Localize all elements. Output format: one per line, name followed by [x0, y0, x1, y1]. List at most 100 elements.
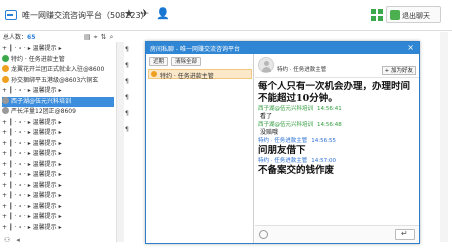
message-input-bar [255, 225, 419, 243]
top-bar: 唯一网赚交流咨询平台（508223） ★ ✈ 👤 退出聊天 [0, 0, 452, 30]
add-friend-button[interactable]: + 加为好友 [381, 66, 416, 75]
recent-button[interactable]: 近期 [149, 57, 169, 66]
message-sender: 特约 · 任务进款主管 [258, 158, 308, 164]
exit-chat-button[interactable]: 退出聊天 [386, 6, 441, 23]
pane-splitter[interactable] [116, 42, 124, 242]
contact-item[interactable]: 特约 · 任务进款主管 [148, 69, 252, 80]
member-row[interactable]: + ┃ · ⋆ · ▸ 温馨提示 ▸ [2, 118, 114, 129]
exit-icon [390, 10, 400, 20]
avatar [258, 57, 274, 73]
chat-partner-name: 特约 · 任务进款主管 [277, 65, 326, 73]
private-chat-contacts: 近期 清除全部 特约 · 任务进款主管 [146, 54, 254, 243]
member-name: + ┃ · ⋆ · ▸ 温馨提示 ▸ [2, 129, 62, 136]
member-avatar-icon [2, 54, 9, 62]
grid-icon[interactable] [371, 9, 383, 21]
member-name: 龙翼花开兰团正式就业入驻@8600 [11, 66, 105, 73]
member-row[interactable]: + ┃ · ⋆ · ▸ 温馨提示 ▸ [2, 160, 114, 171]
bg-marker: ¶ [125, 94, 129, 101]
message-meta: 西子湖@伍元兴科培训 14:56:41 [258, 105, 416, 113]
message-time: 14:56:41 [317, 106, 342, 112]
member-name: + ┃ · ⋆ · ▸ 温馨提示 ▸ [2, 118, 62, 126]
member-row[interactable]: + ┃ · ⋆ · ▸ 温馨提示 ▸ [2, 128, 114, 139]
member-row[interactable]: 严长洋量12团正@8609 [2, 107, 114, 118]
member-name: + ┃ · ⋆ · ▸ 温馨提示 ▸ [2, 160, 62, 168]
private-chat-titlebar[interactable]: 房间私聊 - 唯一网赚交流咨询平台 × [146, 42, 419, 54]
member-row[interactable]: + ┃ · ⋆ · ▸ 温馨提示 ▸ [2, 139, 114, 150]
message-sender: 西子湖@伍元兴科培训 [258, 122, 314, 128]
sort-icon[interactable]: ⇅ [101, 32, 107, 42]
add-user-icon[interactable]: 👤 [156, 8, 170, 20]
scrollbar[interactable] [440, 32, 448, 242]
message-time: 14:56:55 [311, 138, 336, 144]
bg-marker: ¶ [125, 62, 129, 69]
member-list: + ┃ · ⋆ · ▸ 温馨提示 ▸ 特约 · 任务进款主管龙翼花开兰团正式就业入… [2, 44, 114, 233]
message-text: 没赔哦 [260, 129, 279, 136]
member-name: + ┃ · ⋆ · ▸ 温馨提示 ▸ [2, 150, 62, 157]
emoji-icon[interactable] [259, 230, 268, 239]
member-count: 总人数：65 [3, 32, 35, 42]
exit-chat-label: 退出聊天 [402, 12, 430, 20]
chat-logo-icon [5, 10, 17, 20]
member-name: + ┃ · ⋆ · ▸ 温馨提示 ▸ [2, 45, 62, 52]
member-name: + ┃ · ⋆ · ▸ 温馨提示 ▸ [2, 171, 62, 178]
user-icon[interactable]: ⚇ [4, 236, 10, 244]
close-icon[interactable]: × [407, 43, 414, 52]
plane-icon[interactable]: ✈ [140, 8, 149, 20]
member-row[interactable]: + ┃ · ⋆ · ▸ 温馨提示 ▸ [2, 191, 114, 202]
message-sender: 特约 · 任务进款主管 [258, 138, 308, 144]
message-sender: 西子湖@伍元兴科培训 [258, 106, 314, 112]
chat-pane: 特约 · 任务进款主管 + 加为好友 每个人只有一次机会办理，办理时间不能超过1… [255, 54, 419, 243]
message-list: 每个人只有一次机会办理，办理时间不能超过10分钟。 西子湖@伍元兴科培训 14:56… [258, 81, 416, 225]
member-name: + ┃ · ⋆ · ▸ 温馨提示 ▸ [2, 181, 62, 189]
member-row[interactable]: + ┃ · ⋆ · ▸ 温馨提示 ▸ [2, 86, 114, 97]
member-row[interactable]: 孙交捆绑平五港级@8603六铜玄 [2, 75, 114, 87]
star-icon[interactable]: ★ [124, 8, 134, 20]
member-row[interactable]: + ┃ · ⋆ · ▸ 温馨提示 ▸ [2, 149, 114, 160]
message-text: 每个人只有一次机会办理，办理时间不能超过10分钟。 [258, 81, 411, 104]
divider [0, 30, 452, 31]
member-avatar-icon [2, 96, 9, 104]
member-name: + ┃ · ⋆ · ▸ 温馨提示 ▸ [2, 202, 62, 210]
message-text: 问朋友借下 [258, 145, 306, 156]
location-icon[interactable]: ⌖ [94, 32, 98, 42]
search-icon[interactable]: ⌕ [109, 32, 113, 42]
send-button[interactable] [395, 229, 415, 240]
chat-header: 特约 · 任务进款主管 + 加为好友 [255, 54, 419, 78]
message-meta: 特约 · 任务进款主管 14:56:55 [258, 137, 416, 145]
member-name: + ┃ · ⋆ · ▸ 温馨提示 ▸ [2, 87, 62, 94]
member-row[interactable]: + ┃ · ⋆ · ▸ 温馨提示 ▸ [2, 223, 114, 234]
member-row[interactable]: + ┃ · ⋆ · ▸ 温馨提示 ▸ [2, 202, 114, 213]
member-row[interactable]: 特约 · 任务进款主管 [2, 54, 114, 66]
message-text: 不备案交的钱作废 [258, 165, 335, 176]
member-name: 孙交捆绑平五港级@8603六铜玄 [11, 76, 99, 84]
message-meta: 西子湖@伍元兴科培训 14:56:48 [258, 121, 416, 129]
member-row[interactable]: 龙翼花开兰团正式就业入驻@8600 [2, 65, 114, 76]
bg-marker: ¶ [125, 78, 129, 85]
private-chat-window: 房间私聊 - 唯一网赚交流咨询平台 × 近期 清除全部 特约 · 任务进款主管 … [145, 41, 420, 244]
member-avatar-icon [2, 107, 9, 114]
bg-marker: ¶ [125, 110, 129, 117]
member-row[interactable]: + ┃ · ⋆ · ▸ 温馨提示 ▸ [2, 181, 114, 192]
member-row[interactable]: 西子湖@伍元兴科培训 [2, 96, 114, 107]
member-avatar-icon [2, 75, 9, 83]
roster-footer: ⚇ ◂ [4, 236, 20, 244]
member-count-value: 65 [27, 34, 36, 41]
member-name: 特约 · 任务进款主管 [11, 55, 65, 63]
bg-marker: ¶ [125, 46, 129, 53]
member-name: + ┃ · ⋆ · ▸ 温馨提示 ▸ [2, 223, 62, 231]
chat-partner-label: 特约 · 任务进款主管 [277, 67, 327, 73]
message-text: 看了 [260, 113, 273, 120]
expand-icon[interactable]: ◂ [16, 236, 20, 244]
clear-all-button[interactable]: 清除全部 [171, 57, 202, 66]
contact-avatar-icon [151, 71, 157, 77]
member-name: 西子湖@伍元兴科培训 [11, 97, 72, 105]
member-name: + ┃ · ⋆ · ▸ 温馨提示 ▸ [2, 192, 62, 199]
member-row[interactable]: + ┃ · ⋆ · ▸ 温馨提示 ▸ [2, 44, 114, 55]
member-name: 严长洋量12团正@8609 [11, 108, 76, 115]
member-row[interactable]: + ┃ · ⋆ · ▸ 温馨提示 ▸ [2, 170, 114, 181]
message-time: 14:56:48 [317, 122, 342, 128]
bg-marker: ¶ [125, 126, 129, 133]
roster-toolbar: ▤ ⌖ ⇅ ⌕ [84, 32, 113, 42]
member-row[interactable]: + ┃ · ⋆ · ▸ 温馨提示 ▸ [2, 212, 114, 223]
list-view-icon[interactable]: ▤ [84, 32, 91, 42]
